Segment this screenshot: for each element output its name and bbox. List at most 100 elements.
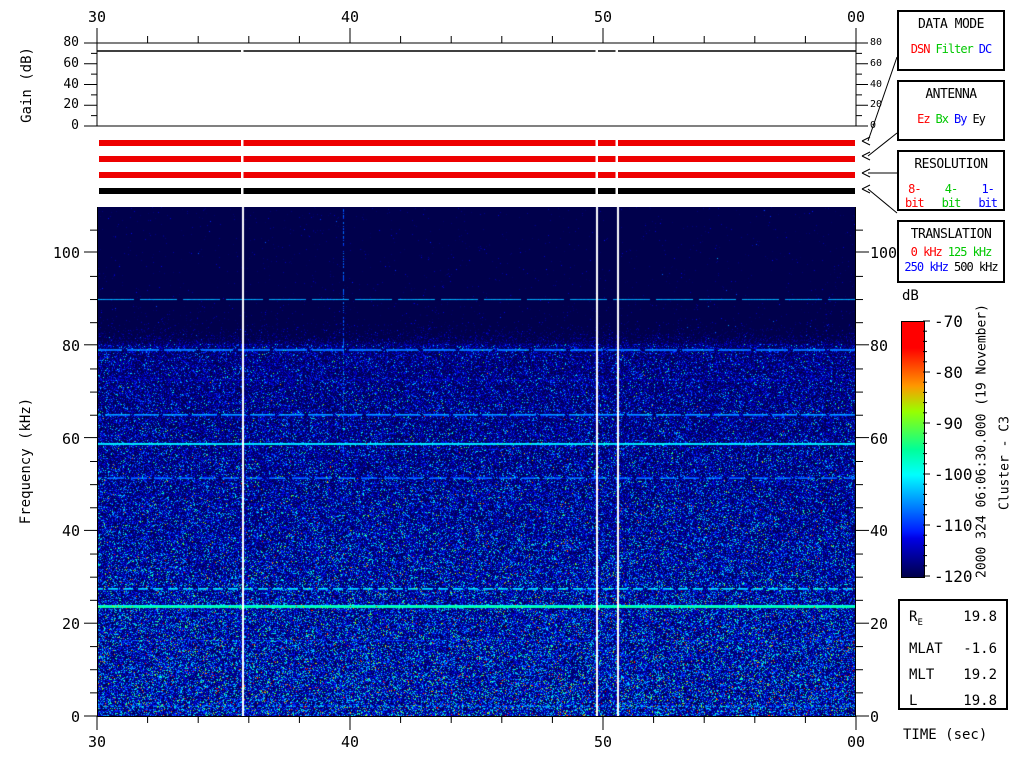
legend-option: 125 kHz <box>947 245 993 259</box>
legend-option: 1-bit <box>978 182 998 210</box>
bottom-time-tick-label: 50 <box>593 733 613 751</box>
spectrogram-plot <box>97 207 856 716</box>
axis-line <box>861 184 871 190</box>
frequency-tick-label-right: 40 <box>870 522 889 541</box>
frequency-tick-label: 80 <box>61 336 80 355</box>
legend-row: DSN Filter DC <box>899 42 1003 56</box>
colorbar-tick-label: -100 <box>934 465 973 484</box>
frequency-tick-label-right: 60 <box>870 429 889 448</box>
legend-box-resolution: RESOLUTION 8-bit 4-bit 1-bit <box>897 150 1005 211</box>
axis-line <box>861 188 871 194</box>
status-bar-data-mode <box>598 140 616 146</box>
orbit-info-value: 19.8 <box>963 609 997 625</box>
axis-line <box>867 132 898 157</box>
orbit-info-label: MLAT <box>909 640 943 657</box>
gain-tick-label-right: 60 <box>870 57 883 69</box>
time-axis-title: TIME (sec) <box>903 727 988 743</box>
top-time-tick-label: 40 <box>340 8 360 26</box>
bottom-time-tick-label: 30 <box>87 733 107 751</box>
status-bar-antenna <box>598 156 616 162</box>
bottom-time-tick-label: 40 <box>340 733 360 751</box>
legend-option: By <box>954 112 967 126</box>
axis-line <box>861 151 871 157</box>
status-bar-data-mode <box>99 140 241 146</box>
gain-tick-label-right: 40 <box>870 78 883 90</box>
status-bar-data-mode <box>243 140 596 146</box>
colorbar-gradient <box>901 321 925 578</box>
gain-tick-label: 40 <box>63 76 79 92</box>
frequency-tick-label: 40 <box>61 522 80 541</box>
status-bar-translation <box>598 188 616 194</box>
gain-tick-label: 80 <box>63 35 79 50</box>
status-bar-translation <box>618 188 855 194</box>
gain-tick-label-right: 20 <box>870 99 883 111</box>
legend-option: 4-bit <box>941 182 962 210</box>
status-bar-resolution <box>598 172 616 178</box>
status-bar-antenna <box>618 156 855 162</box>
spacecraft-annotation: Cluster - C3 <box>997 416 1013 510</box>
orbit-info-label: MLT <box>909 666 935 683</box>
frequency-tick-label-right: 0 <box>870 708 880 726</box>
colorbar-tick-label: -90 <box>934 414 963 433</box>
top-time-tick-label: 00 <box>846 8 866 26</box>
orbit-info-row: MLAT -1.6 <box>900 639 1006 659</box>
axis-line <box>861 172 871 178</box>
orbit-info-value: 19.8 <box>963 692 997 709</box>
legend-option: Ey <box>972 112 985 126</box>
gain-panel-frame <box>96 42 857 127</box>
frequency-tick-label: 100 <box>52 244 80 262</box>
colorbar-tick-label: -120 <box>934 567 973 586</box>
gain-tick-label-right: 80 <box>870 37 883 48</box>
gain-tick-label: 0 <box>71 118 79 133</box>
status-bar-antenna <box>99 156 241 162</box>
colorbar-title: dB <box>902 288 919 304</box>
legend-box-data-mode: DATA MODE DSN Filter DC <box>897 10 1005 71</box>
orbit-info-label: L <box>909 692 918 709</box>
frequency-tick-label-right: 100 <box>870 244 898 262</box>
orbit-info-label-subscript: E <box>917 617 923 628</box>
axis-line <box>861 136 871 142</box>
colorbar-tick-label: -70 <box>934 312 963 331</box>
axis-line <box>861 168 871 174</box>
status-bar-resolution <box>618 172 855 178</box>
orbit-info-row: RE 19.8 <box>900 607 1006 633</box>
orbit-info-label: RE <box>909 609 923 628</box>
legend-option: Filter <box>935 42 973 56</box>
top-time-tick-label: 50 <box>593 8 613 26</box>
legend-option: DSN <box>910 42 931 56</box>
top-time-tick-label: 30 <box>87 8 107 26</box>
legend-option: 250 kHz <box>904 260 949 274</box>
frequency-tick-label-right: 20 <box>870 615 889 634</box>
orbit-info-value: -1.6 <box>963 640 997 657</box>
status-bar-antenna <box>243 156 596 162</box>
status-bar-data-mode <box>618 140 855 146</box>
status-bar-translation <box>243 188 596 194</box>
colorbar-tick-label: -110 <box>934 516 973 535</box>
datetime-annotation: 2000 324 06:06:30.000 (19 November) <box>974 304 990 578</box>
axis-line <box>861 155 871 161</box>
status-bar-resolution <box>243 172 596 178</box>
axis-line <box>867 188 898 214</box>
legend-option: Bx <box>935 112 949 126</box>
orbit-info-row: L 19.8 <box>900 691 1006 711</box>
legend-box-antenna: ANTENNA Ez Bx By Ey <box>897 80 1005 141</box>
legend-option: DC <box>978 42 992 56</box>
bottom-time-tick-label: 00 <box>846 733 866 751</box>
orbit-info-row: MLT 19.2 <box>900 665 1006 685</box>
legend-option: 8-bit <box>904 182 925 210</box>
status-bar-translation <box>99 188 241 194</box>
frequency-tick-label-right: 80 <box>870 336 889 355</box>
legend-row: 8-bit 4-bit 1-bit <box>899 182 1003 210</box>
wbd-spectrogram-page: Gain (dB) Frequency (kHz) 2000 324 06:06… <box>0 0 1024 768</box>
legend-option: 500 kHz <box>954 260 999 274</box>
colorbar-tick-label: -80 <box>934 363 963 382</box>
orbit-info-box: RE 19.8 MLAT -1.6 MLT 19.2 L 19.8 <box>898 599 1008 710</box>
legend-box-title: TRANSLATION <box>910 227 992 242</box>
legend-option: Ez <box>917 112 930 126</box>
legend-box-title: RESOLUTION <box>914 157 988 172</box>
gain-tick-label-right: 0 <box>870 120 877 131</box>
status-bar-resolution <box>99 172 241 178</box>
orbit-info-value: 19.2 <box>963 666 997 683</box>
legend-row: 250 kHz 500 kHz <box>899 260 1003 274</box>
axis-line <box>861 140 871 146</box>
